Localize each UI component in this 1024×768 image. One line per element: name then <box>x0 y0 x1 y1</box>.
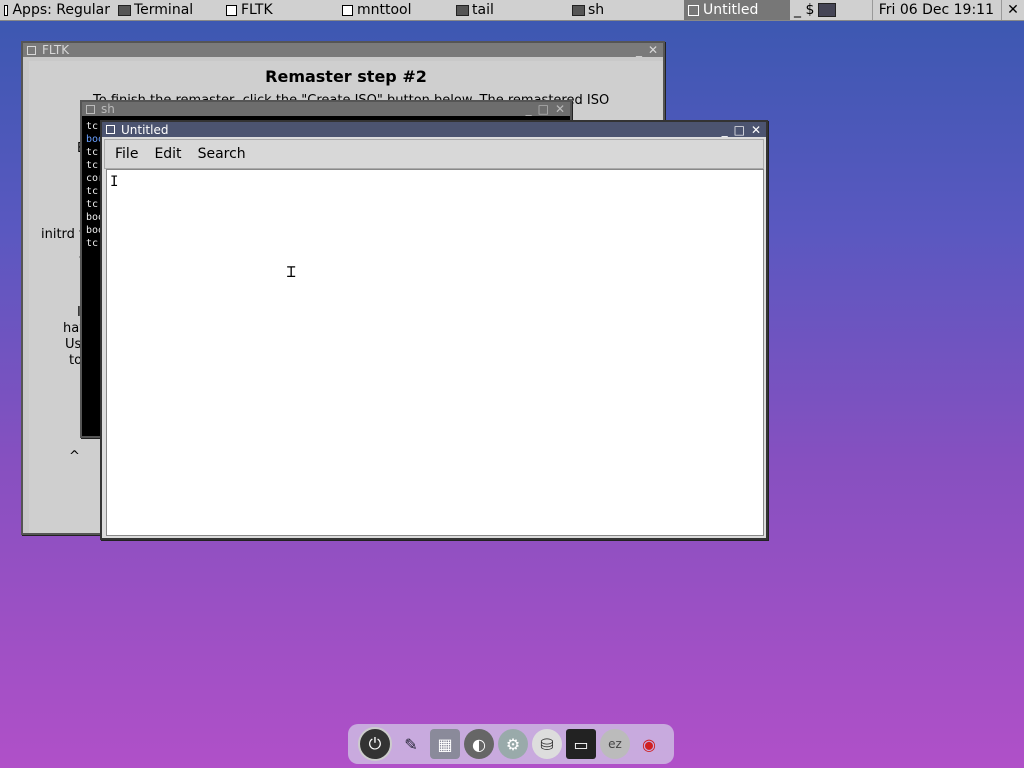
power-icon[interactable]: ⏻ <box>358 727 392 761</box>
mount-tool-icon[interactable]: ⛁ <box>532 729 562 759</box>
window-box-icon <box>342 4 353 16</box>
taskbar-item-mnttool[interactable]: mnttool <box>338 0 452 20</box>
minimize-icon[interactable]: _ <box>636 43 642 57</box>
menu-bar: File Edit Search <box>104 139 764 169</box>
menu-edit[interactable]: Edit <box>148 146 187 162</box>
window-menu-icon[interactable] <box>106 125 115 134</box>
editor-window: Untitled _ □ ✕ File Edit Search I Ɪ <box>100 120 768 540</box>
grid-tool-icon[interactable]: ▦ <box>430 729 460 759</box>
window-box-icon <box>4 4 9 16</box>
text-fragment: ^ <box>69 449 80 464</box>
menu-file[interactable]: File <box>109 146 144 162</box>
taskbar-item-fltk[interactable]: FLTK <box>222 0 338 20</box>
maximize-icon[interactable]: □ <box>538 102 549 116</box>
app-dock: ⏻ ✎ ▦ ◐ ⚙ ⛁ ▭ ez ◉ <box>348 724 674 764</box>
text-cursor: I <box>110 174 119 190</box>
window-box-icon <box>226 4 237 16</box>
close-icon[interactable]: ✕ <box>1001 0 1024 20</box>
terminal-mini-icon <box>572 4 585 16</box>
taskbar-item-label: tail <box>472 2 494 18</box>
minimize-icon[interactable]: _ <box>722 123 728 137</box>
taskbar-item-label: mnttool <box>357 2 412 18</box>
pager-label: _ $ <box>794 2 815 18</box>
settings-gear-icon[interactable]: ⚙ <box>498 729 528 759</box>
taskbar-item-label: Apps: Regular <box>12 2 110 18</box>
wifi-icon[interactable]: ◉ <box>634 729 664 759</box>
window-title: FLTK <box>42 43 70 57</box>
menu-search[interactable]: Search <box>192 146 252 162</box>
window-box-icon <box>688 4 699 16</box>
window-menu-icon[interactable] <box>86 104 95 114</box>
terminal-mini-icon <box>118 4 131 16</box>
ez-icon[interactable]: ez <box>600 729 630 759</box>
window-title: Untitled <box>121 122 169 137</box>
apps-icon[interactable]: ◐ <box>464 729 494 759</box>
sh-titlebar[interactable]: sh _ □ ✕ <box>82 102 570 116</box>
fltk-titlebar[interactable]: FLTK _ ✕ <box>23 43 663 57</box>
text-editor-area[interactable]: I Ɪ <box>106 169 764 536</box>
menu-label: Search <box>197 146 246 162</box>
maximize-icon[interactable]: □ <box>734 123 745 137</box>
clock: Fri 06 Dec 19:11 <box>871 0 1000 20</box>
terminal-icon[interactable]: ▭ <box>566 729 596 759</box>
editor-titlebar[interactable]: Untitled _ □ ✕ <box>102 122 766 137</box>
taskbar-item-label: FLTK <box>241 2 273 18</box>
desktop-pager-icon[interactable] <box>818 3 837 17</box>
terminal-mini-icon <box>456 4 469 16</box>
ibeam-cursor-icon: Ɪ <box>287 263 296 281</box>
taskbar-item-label: Untitled <box>703 2 759 18</box>
minimize-icon[interactable]: _ <box>526 102 532 116</box>
close-icon[interactable]: ✕ <box>555 102 565 116</box>
menu-label: File <box>115 146 139 162</box>
taskbar-item-untitled[interactable]: Untitled <box>684 0 790 20</box>
close-icon[interactable]: ✕ <box>648 43 658 57</box>
taskbar-item-apps[interactable]: Apps: Regular <box>0 0 114 20</box>
taskbar: Apps: Regular Terminal FLTK mnttool tail… <box>0 0 1024 21</box>
window-menu-icon[interactable] <box>27 45 36 55</box>
taskbar-item-terminal[interactable]: Terminal <box>114 0 222 20</box>
taskbar-item-sh[interactable]: sh <box>568 0 684 20</box>
taskbar-item-label: sh <box>588 2 605 18</box>
page-title: Remaster step #2 <box>265 67 427 86</box>
taskbar-item-tail[interactable]: tail <box>452 0 568 20</box>
close-icon[interactable]: ✕ <box>751 123 761 137</box>
menu-label: Edit <box>154 146 182 162</box>
window-title: sh <box>101 102 115 116</box>
taskbar-item-label: Terminal <box>134 2 194 18</box>
pen-icon[interactable]: ✎ <box>396 729 426 759</box>
text-fragment: Us <box>65 337 82 352</box>
